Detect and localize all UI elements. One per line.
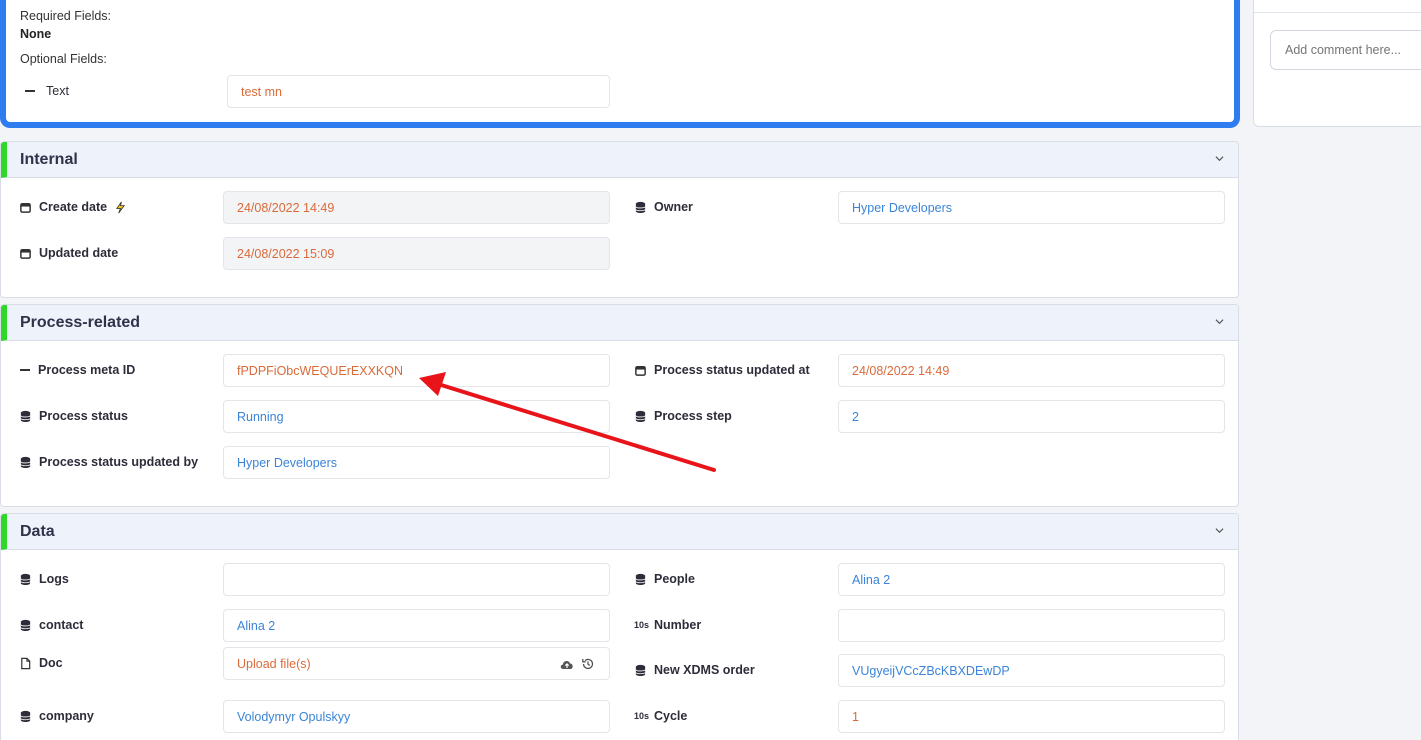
step-card: Required Fields: None Optional Fields: T…	[0, 0, 1240, 128]
doc-upload-input[interactable]: Upload file(s)	[223, 647, 610, 680]
required-fields-label: Required Fields:	[20, 9, 112, 23]
people-label: People	[634, 572, 695, 586]
text-field-label-text: Text	[46, 84, 69, 98]
owner-label: Owner	[634, 200, 693, 214]
process-meta-id-input[interactable]: fPDPFiObcWEQUErEXXKQN	[223, 354, 610, 387]
database-icon	[635, 201, 646, 213]
process-meta-id-label: Process meta ID	[19, 363, 135, 377]
section-internal-header[interactable]: Internal	[1, 142, 1238, 178]
calendar-icon	[20, 202, 31, 213]
new-xdms-order-label-text: New XDMS order	[654, 663, 755, 677]
section-process-header[interactable]: Process-related	[1, 305, 1238, 341]
process-status-updated-at-input[interactable]: 24/08/2022 14:49	[838, 354, 1225, 387]
text-field-label: Text	[24, 84, 69, 98]
database-icon	[20, 710, 31, 722]
logs-input[interactable]	[223, 563, 610, 596]
history-icon[interactable]	[581, 657, 595, 671]
database-icon	[20, 573, 31, 585]
process-step-input[interactable]: 2	[838, 400, 1225, 433]
section-internal: Internal Create date 24/08/2022 14:49 Up…	[0, 141, 1239, 298]
create-date-label-text: Create date	[39, 200, 108, 214]
cycle-label: 10s Cycle	[634, 709, 687, 723]
create-date-input: 24/08/2022 14:49	[223, 191, 610, 224]
section-title: Data	[20, 523, 55, 540]
comments-panel	[1253, 0, 1421, 127]
upload-files-text: Upload file(s)	[237, 656, 311, 671]
doc-label: Doc	[19, 656, 63, 670]
process-status-updated-by-label-text: Process status updated by	[39, 455, 199, 469]
database-icon	[635, 664, 646, 676]
dash-icon	[20, 369, 30, 371]
process-status-input[interactable]: Running	[223, 400, 610, 433]
section-title: Process-related	[20, 314, 141, 331]
dash-icon	[25, 90, 35, 92]
contact-label-text: contact	[39, 618, 84, 632]
section-title: Internal	[20, 151, 78, 168]
section-data: Data Logs People Alina 2 contact Alina 2…	[0, 513, 1239, 740]
updated-date-input: 24/08/2022 15:09	[223, 237, 610, 270]
process-status-updated-at-label-text: Process status updated at	[654, 363, 810, 377]
owner-label-text: Owner	[654, 200, 693, 214]
number-input[interactable]	[838, 609, 1225, 642]
process-meta-id-label-text: Process meta ID	[38, 363, 136, 377]
comments-divider	[1254, 12, 1421, 13]
number-label: 10s Number	[634, 618, 701, 632]
number-type-icon: 10s	[634, 620, 650, 630]
cycle-label-text: Cycle	[654, 709, 688, 723]
owner-input[interactable]: Hyper Developers	[838, 191, 1225, 224]
upload-actions	[559, 657, 595, 671]
company-label-text: company	[39, 709, 94, 723]
company-label: company	[19, 709, 94, 723]
cloud-upload-icon[interactable]	[559, 657, 575, 671]
database-icon	[20, 619, 31, 631]
database-icon	[20, 410, 31, 422]
process-status-updated-at-label: Process status updated at	[634, 363, 810, 377]
updated-date-label: Updated date	[19, 246, 118, 260]
create-date-label: Create date	[19, 200, 127, 214]
database-icon	[635, 573, 646, 585]
updated-date-label-text: Updated date	[39, 246, 119, 260]
company-input[interactable]: Volodymyr Opulskyy	[223, 700, 610, 733]
people-input[interactable]: Alina 2	[838, 563, 1225, 596]
process-status-updated-by-input[interactable]: Hyper Developers	[223, 446, 610, 479]
calendar-icon	[20, 248, 31, 259]
contact-label: contact	[19, 618, 83, 632]
database-icon	[20, 456, 31, 468]
database-icon	[635, 410, 646, 422]
section-process-related: Process-related Process meta ID fPDPFiOb…	[0, 304, 1239, 507]
new-xdms-order-label: New XDMS order	[634, 663, 755, 677]
new-xdms-order-input[interactable]: VUgyeijVCcZBcKBXDEwDP	[838, 654, 1225, 687]
chevron-down-icon[interactable]	[1215, 154, 1224, 163]
number-label-text: Number	[654, 618, 702, 632]
logs-label-text: Logs	[39, 572, 69, 586]
section-data-header[interactable]: Data	[1, 514, 1238, 550]
comment-input[interactable]	[1270, 30, 1421, 70]
chevron-down-icon[interactable]	[1215, 317, 1224, 326]
cycle-input[interactable]: 1	[838, 700, 1225, 733]
process-status-updated-by-label: Process status updated by	[19, 455, 198, 469]
lightning-icon	[116, 201, 126, 213]
optional-fields-label: Optional Fields:	[20, 52, 107, 66]
file-icon	[21, 657, 31, 669]
people-label-text: People	[654, 572, 695, 586]
process-step-label-text: Process step	[654, 409, 732, 423]
doc-label-text: Doc	[39, 656, 63, 670]
logs-label: Logs	[19, 572, 69, 586]
process-status-label: Process status	[19, 409, 128, 423]
process-step-label: Process step	[634, 409, 732, 423]
contact-input[interactable]: Alina 2	[223, 609, 610, 642]
number-type-icon: 10s	[634, 711, 650, 721]
calendar-icon	[635, 365, 646, 376]
required-fields-value: None	[20, 27, 52, 41]
process-status-label-text: Process status	[39, 409, 128, 423]
chevron-down-icon[interactable]	[1215, 526, 1224, 535]
text-field-input[interactable]: test mn	[227, 75, 610, 108]
